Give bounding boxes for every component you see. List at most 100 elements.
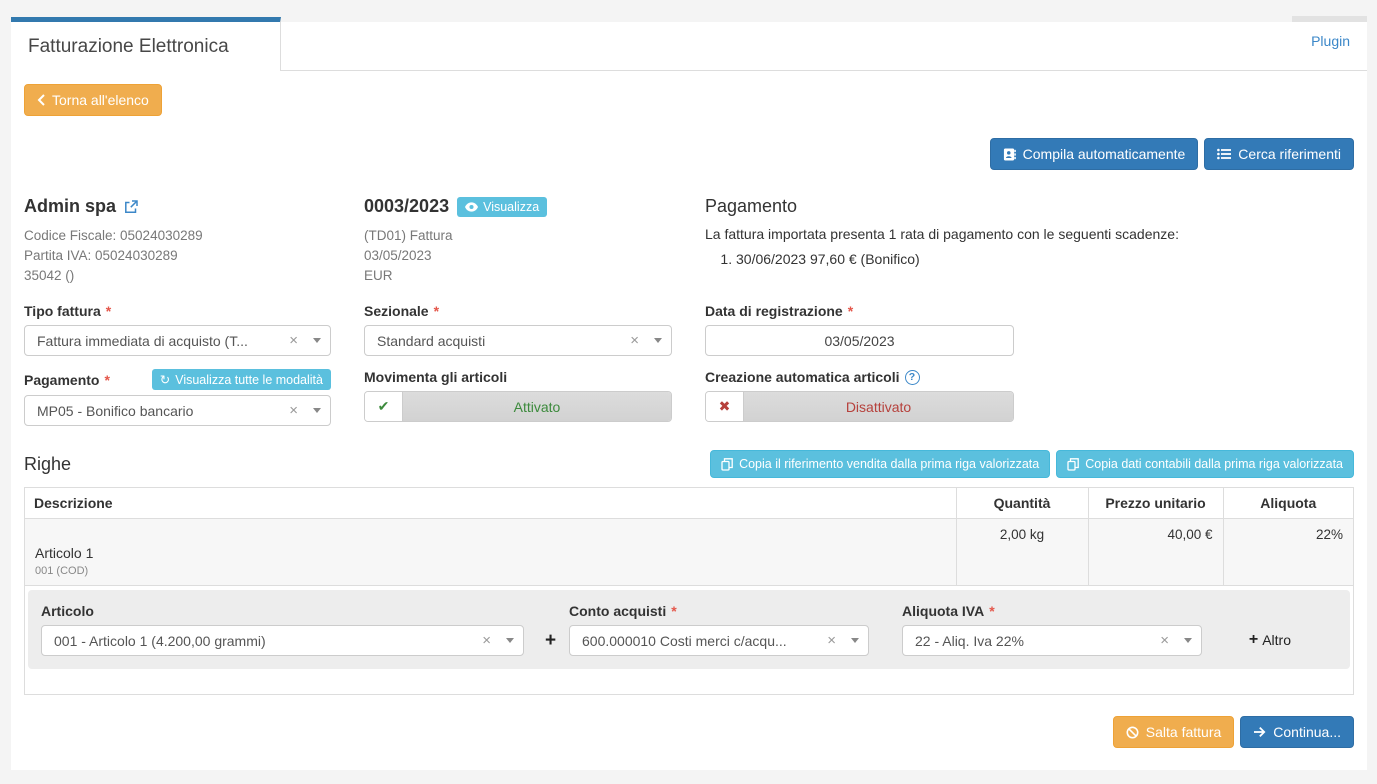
clear-icon[interactable]: × (286, 332, 301, 349)
required-marker: * (104, 372, 109, 388)
sezionale-select[interactable]: Standard acquisti × (364, 325, 672, 356)
movimenta-toggle[interactable]: ✔ Attivato (364, 391, 672, 422)
clear-icon[interactable]: × (1157, 632, 1172, 649)
supplier-fiscal-code: Codice Fiscale: 05024030289 (24, 226, 364, 246)
tipo-fattura-group: Tipo fattura* Fattura immediata di acqui… (24, 303, 364, 356)
plus-icon: + (1249, 631, 1258, 649)
aliquota-iva-value: 22 - Aliq. Iva 22% (915, 633, 1157, 649)
row-code: 001 (COD) (35, 565, 946, 577)
form-row-1: Tipo fattura* Fattura immediata di acqui… (24, 303, 1354, 356)
view-invoice-badge[interactable]: Visualizza (457, 197, 547, 217)
required-marker: * (434, 303, 439, 319)
footer-actions: Salta fattura Continua... (24, 716, 1354, 748)
installment-item: 30/06/2023 97,60 € (Bonifico) (736, 249, 1354, 269)
form-row-2: Pagamento* ↻ Visualizza tutte le modalit… (24, 369, 1354, 426)
show-all-payment-modes-badge[interactable]: ↻ Visualizza tutte le modalità (152, 369, 331, 390)
data-registrazione-input[interactable] (705, 325, 1014, 356)
conto-acquisti-value: 600.000010 Costi merci c/acqu... (582, 633, 824, 649)
movimenta-state: Attivato (403, 392, 671, 421)
creazione-label-text: Creazione automatica articoli (705, 369, 900, 385)
supplier-name-heading: Admin spa (24, 196, 364, 217)
pagamento-select[interactable]: MP05 - Bonifico bancario × (24, 395, 331, 426)
creazione-label: Creazione automatica articoli ? (705, 369, 1354, 385)
skip-invoice-button[interactable]: Salta fattura (1113, 716, 1235, 748)
articolo-value: 001 - Articolo 1 (4.200,00 grammi) (54, 633, 479, 649)
sezionale-label-text: Sezionale (364, 303, 429, 319)
tipo-fattura-label: Tipo fattura* (24, 303, 364, 319)
table-row[interactable]: Articolo 1 001 (COD) 2,00 kg 40,00 € 22% (25, 519, 1353, 586)
add-article-button[interactable]: + (539, 630, 562, 651)
data-registrazione-group: Data di registrazione* (705, 303, 1354, 356)
conto-acquisti-label: Conto acquisti* (569, 603, 902, 619)
col-quantita: Quantità (956, 488, 1088, 519)
chevron-down-icon (313, 408, 321, 413)
chevron-down-icon (654, 338, 662, 343)
invoice-number-heading: 0003/2023 Visualizza (364, 196, 705, 217)
creazione-state: Disattivato (744, 392, 1013, 421)
payment-summary-description: La fattura importata presenta 1 rata di … (705, 226, 1354, 242)
required-marker: * (989, 603, 994, 619)
aliquota-iva-select[interactable]: 22 - Aliq. Iva 22% × (902, 625, 1202, 656)
sezionale-label: Sezionale * (364, 303, 705, 319)
aliquota-iva-group: Aliquota IVA * 22 - Aliq. Iva 22% × (902, 603, 1232, 656)
main-panel: Torna all'elenco Compila automaticamente… (11, 71, 1367, 770)
pagamento-label: Pagamento* (24, 372, 110, 388)
payment-summary-title: Pagamento (705, 196, 1354, 217)
back-row: Torna all'elenco (24, 84, 1354, 116)
supplier-location: 35042 () (24, 266, 364, 286)
tipo-fattura-select[interactable]: Fattura immediata di acquisto (T... × (24, 325, 331, 356)
cell-prezzo-unitario: 40,00 € (1088, 519, 1223, 586)
copy-icon (1067, 458, 1079, 471)
supplier-info: Admin spa Codice Fiscale: 05024030289 Pa… (24, 196, 364, 286)
cell-descrizione: Articolo 1 001 (COD) (25, 519, 956, 586)
invoice-date: 03/05/2023 (364, 246, 705, 266)
copy-accounting-data-button[interactable]: Copia dati contabili dalla prima riga va… (1056, 450, 1354, 478)
copy-sale-reference-button[interactable]: Copia il riferimento vendita dalla prima… (710, 450, 1050, 478)
external-link-icon[interactable] (124, 200, 138, 214)
more-options-button[interactable]: + Altro (1243, 630, 1297, 650)
articolo-select[interactable]: 001 - Articolo 1 (4.200,00 grammi) × (41, 625, 524, 656)
list-icon (1217, 148, 1231, 160)
clear-icon[interactable]: × (824, 632, 839, 649)
search-references-button[interactable]: Cerca riferimenti (1204, 138, 1354, 170)
supplier-vat-number: Partita IVA: 05024030289 (24, 246, 364, 266)
conto-acquisti-group: Conto acquisti* 600.000010 Costi merci c… (569, 603, 902, 656)
autofill-label: Compila automaticamente (1023, 145, 1186, 163)
tipo-fattura-value: Fattura immediata di acquisto (T... (37, 333, 286, 349)
creazione-toggle[interactable]: ✖ Disattivato (705, 391, 1014, 422)
arrow-right-icon (1253, 726, 1266, 738)
table-header-row: Descrizione Quantità Prezzo unitario Ali… (25, 488, 1353, 519)
required-marker: * (848, 303, 853, 319)
conto-acquisti-select[interactable]: 600.000010 Costi merci c/acqu... × (569, 625, 869, 656)
clear-icon[interactable]: × (627, 332, 642, 349)
clear-icon[interactable]: × (286, 402, 301, 419)
pagamento-value: MP05 - Bonifico bancario (37, 403, 286, 419)
address-book-icon (1003, 148, 1016, 161)
row-editor-panel: Articolo 001 - Articolo 1 (4.200,00 gram… (28, 590, 1350, 669)
required-marker: * (106, 303, 111, 319)
check-icon: ✔ (378, 398, 390, 415)
help-icon[interactable]: ? (905, 370, 920, 385)
skip-invoice-label: Salta fattura (1146, 723, 1222, 741)
continue-button[interactable]: Continua... (1240, 716, 1354, 748)
autofill-button[interactable]: Compila automaticamente (990, 138, 1199, 170)
sezionale-group: Sezionale * Standard acquisti × (364, 303, 705, 356)
invoice-doc-type: (TD01) Fattura (364, 226, 705, 246)
clear-icon[interactable]: × (479, 632, 494, 649)
back-to-list-button[interactable]: Torna all'elenco (24, 84, 162, 116)
chevron-down-icon (506, 638, 514, 643)
copy-accounting-data-label: Copia dati contabili dalla prima riga va… (1085, 455, 1343, 473)
conto-acquisti-label-text: Conto acquisti (569, 603, 666, 619)
plugin-link[interactable]: Plugin (1311, 33, 1350, 49)
articolo-group: Articolo 001 - Articolo 1 (4.200,00 gram… (41, 603, 569, 656)
aliquota-iva-label-text: Aliquota IVA (902, 603, 984, 619)
search-references-label: Cerca riferimenti (1238, 145, 1341, 163)
tab-fatturazione-elettronica[interactable]: Fatturazione Elettronica (11, 17, 281, 71)
articolo-label: Articolo (41, 603, 569, 619)
continue-label: Continua... (1273, 723, 1341, 741)
invoice-currency: EUR (364, 266, 705, 286)
movimenta-group: Movimenta gli articoli ✔ Attivato (364, 369, 705, 426)
actions-row: Compila automaticamente Cerca riferiment… (24, 138, 1354, 170)
info-section: Admin spa Codice Fiscale: 05024030289 Pa… (24, 196, 1354, 286)
tab-label: Fatturazione Elettronica (28, 36, 229, 58)
